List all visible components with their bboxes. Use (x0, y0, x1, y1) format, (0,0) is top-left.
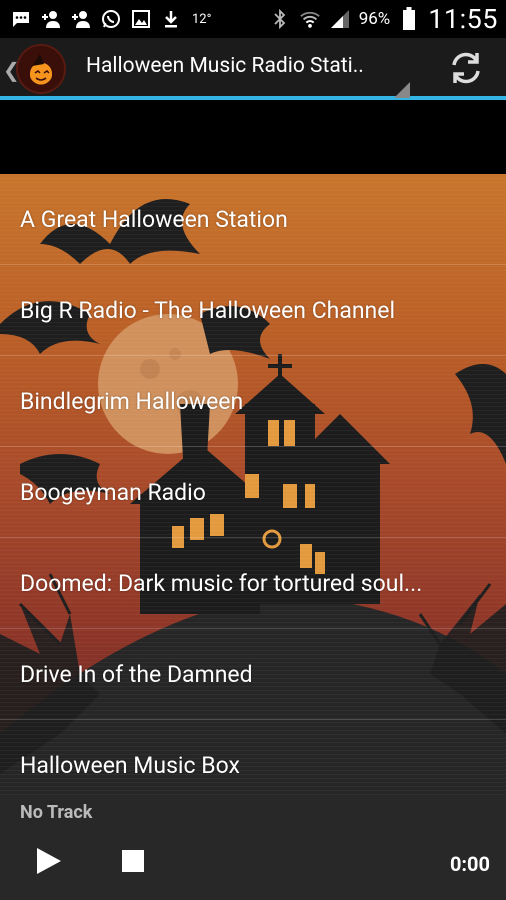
station-item[interactable]: Big R Radio - The Halloween Channel (0, 265, 506, 356)
add-contact-icon (40, 8, 62, 30)
bluetooth-icon (269, 8, 291, 30)
station-label: Big R Radio - The Halloween Channel (20, 296, 396, 324)
action-bar: ❮ Halloween Music Radio Stati.. (0, 38, 506, 100)
station-item[interactable]: Bindlegrim Halloween (0, 356, 506, 447)
stop-button[interactable] (122, 850, 144, 872)
station-label: Bindlegrim Halloween (20, 387, 244, 415)
station-label: Doomed: Dark music for tortured soul... (20, 569, 423, 597)
battery-percent: 96% (358, 9, 391, 29)
whatsapp-icon (100, 8, 122, 30)
app-title[interactable]: Halloween Music Radio Stati.. (86, 54, 386, 78)
station-label: A Great Halloween Station (20, 205, 288, 233)
clock: 11:55 (428, 3, 498, 35)
station-list-container[interactable]: A Great Halloween Station Big R Radio - … (0, 174, 506, 796)
station-list: A Great Halloween Station Big R Radio - … (0, 174, 506, 796)
battery-icon (398, 7, 420, 30)
system-icons: 96% 11:55 (269, 0, 498, 38)
signal-icon (329, 8, 351, 30)
play-icon (37, 848, 61, 874)
station-label: Halloween Music Box (20, 751, 240, 779)
track-title: No Track (20, 802, 93, 823)
player-bar: No Track 0:00 (0, 796, 506, 900)
app-logo-icon[interactable] (18, 46, 64, 92)
status-bar: 12° 96% 11:55 (0, 0, 506, 38)
station-label: Drive In of the Damned (20, 660, 253, 688)
header-spacer (0, 104, 506, 174)
station-item[interactable]: Doomed: Dark music for tortured soul... (0, 538, 506, 629)
play-button[interactable] (35, 846, 63, 876)
temperature-label: 12° (192, 11, 212, 27)
refresh-button[interactable] (446, 48, 486, 88)
dropdown-indicator-icon[interactable] (394, 82, 410, 98)
station-item[interactable]: Boogeyman Radio (0, 447, 506, 538)
notification-icons: 12° (0, 8, 211, 30)
add-contact-icon (70, 8, 92, 30)
station-label: Boogeyman Radio (20, 478, 206, 506)
refresh-icon (452, 52, 480, 84)
station-item[interactable]: A Great Halloween Station (0, 174, 506, 265)
download-icon (160, 8, 182, 30)
station-item[interactable]: Halloween Music Box (0, 720, 506, 796)
playback-time: 0:00 (449, 852, 490, 876)
wifi-icon (299, 8, 321, 30)
message-icon (10, 8, 32, 30)
image-icon (130, 8, 152, 30)
station-item[interactable]: Drive In of the Damned (0, 629, 506, 720)
